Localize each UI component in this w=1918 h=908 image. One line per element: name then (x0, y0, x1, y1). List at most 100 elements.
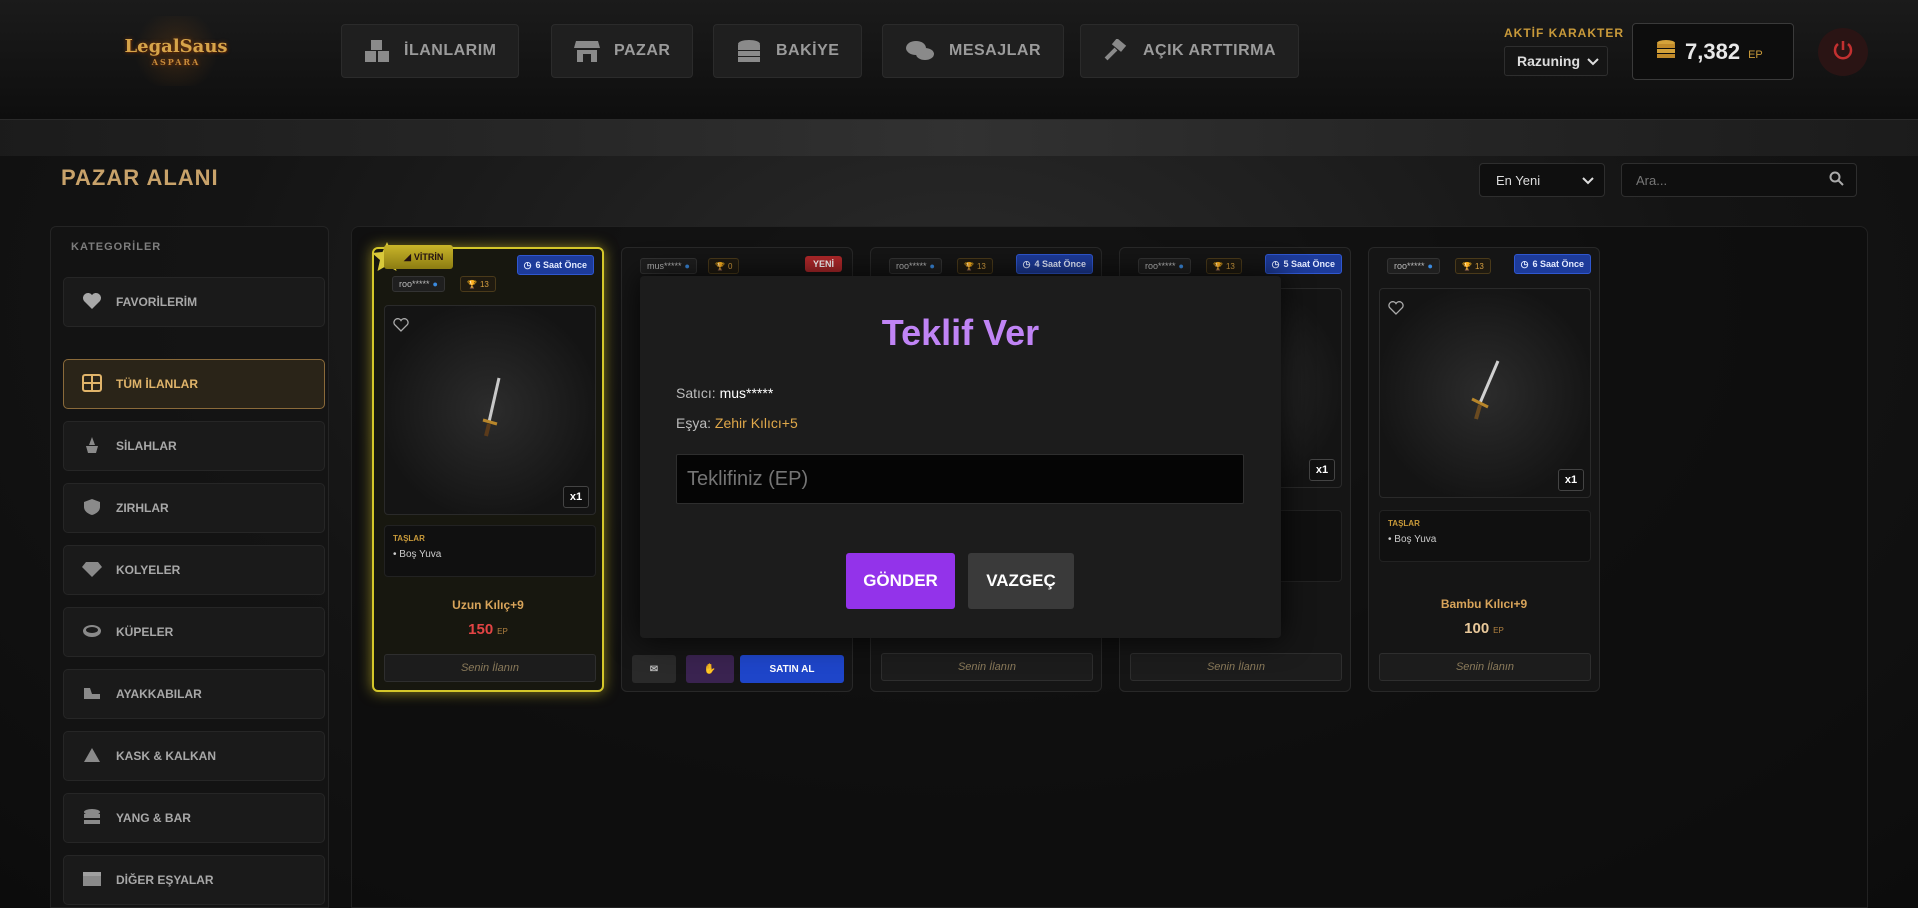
trophy-count: 13 (1225, 261, 1235, 271)
envelope-icon: ✉ (649, 663, 659, 675)
logout-button[interactable] (1818, 28, 1868, 76)
buy-button[interactable]: SATIN AL (740, 655, 844, 683)
logo-subtext: ASPARA (151, 56, 201, 67)
power-icon (1832, 39, 1854, 65)
sidebar-item-diger-esyalar[interactable]: DİĞER EŞYALAR (63, 855, 325, 905)
own-listing-button[interactable]: Senin İlanın (1130, 653, 1342, 681)
seller-tag[interactable]: roo***** ● (1387, 258, 1440, 274)
sidebar-item-tum-ilanlar[interactable]: TÜM İLANLAR (63, 359, 325, 409)
nav-ilanlarim[interactable]: İLANLARIM (341, 24, 520, 78)
trophy-icon: 🏆 (467, 279, 477, 289)
search-placeholder: Ara... (1636, 172, 1668, 188)
sidebar-item-ayakkabilar[interactable]: AYAKKABILAR (63, 669, 325, 719)
nav-label: MESAJLAR (949, 42, 1042, 59)
listing-card[interactable]: ◢ VİTRİN ◷ 6 Saat Önce roo***** ● 🏆 13 x… (372, 242, 604, 692)
trophy-tag: 🏆 13 (1206, 258, 1242, 274)
verified-icon: ● (1178, 261, 1184, 271)
seller-name: roo***** (896, 261, 927, 271)
send-button[interactable]: GÖNDER (846, 553, 955, 609)
sidebar-item-label: SİLAHLAR (116, 439, 177, 453)
chevron-down-icon (1582, 173, 1594, 188)
time-badge: ◷ 6 Saat Önce (1513, 254, 1591, 274)
offer-input[interactable] (676, 454, 1244, 504)
heart-outline-icon[interactable] (393, 318, 409, 337)
time-badge: ◷ 4 Saat Önce (1015, 254, 1093, 274)
clock-icon: ◷ (1271, 258, 1280, 269)
price-value: 150 (468, 621, 494, 638)
new-badge: YENİ (804, 256, 842, 272)
price-unit: EP (497, 627, 508, 636)
item-label: Eşya: (676, 415, 712, 431)
modal-seller-row: Satıcı: mus***** (676, 385, 773, 401)
chat-icon (905, 39, 935, 63)
trophy-tag: 🏆 13 (1455, 258, 1491, 274)
shield-icon (82, 498, 102, 519)
site-logo[interactable]: LegalSaus ASPARA (124, 16, 228, 86)
nav-bakiye[interactable]: BAKİYE (713, 24, 863, 78)
featured-badge-label: VİTRİN (413, 252, 444, 262)
sidebar-item-silahlar[interactable]: SİLAHLAR (63, 421, 325, 471)
nav-acik-arttirma[interactable]: AÇIK ARTTIRMA (1080, 24, 1299, 78)
nav-mesajlar[interactable]: MESAJLAR (882, 24, 1065, 78)
listing-card[interactable]: roo***** ● 🏆 13 ◷ 6 Saat Önce x1 TAŞLAR … (1368, 247, 1600, 692)
trophy-tag: 🏆 13 (460, 276, 496, 292)
balance-unit: EP (1748, 48, 1763, 61)
nav-label: BAKİYE (776, 42, 840, 59)
search-input[interactable]: Ara... (1621, 163, 1857, 197)
sidebar-item-kolyeler[interactable]: KOLYELER (63, 545, 325, 595)
sidebar-item-kask-kalkan[interactable]: KASK & KALKAN (63, 731, 325, 781)
sidebar-item-kupeler[interactable]: KÜPELER (63, 607, 325, 657)
seller-tag[interactable]: mus***** ● (640, 258, 697, 274)
time-badge-label: 6 Saat Önce (1532, 259, 1584, 269)
seller-tag[interactable]: roo***** ● (1138, 258, 1191, 274)
sidebar-title: KATEGORİLER (71, 241, 162, 253)
nav-pazar[interactable]: PAZAR (551, 24, 694, 78)
sidebar-item-label: TÜM İLANLAR (116, 377, 198, 391)
clock-icon: ◷ (1520, 258, 1529, 269)
store-icon (574, 39, 600, 63)
ring-icon (82, 622, 102, 643)
grid-icon (82, 373, 102, 395)
seller-tag[interactable]: roo***** ● (392, 276, 445, 292)
character-select[interactable]: Razuning (1504, 46, 1608, 76)
shoe-icon (82, 684, 102, 705)
coins-icon (82, 808, 102, 829)
trophy-count: 13 (1474, 261, 1484, 271)
trophy-icon: 🏆 (1462, 261, 1472, 271)
sidebar-item-favorilerim[interactable]: FAVORİLERİM (63, 277, 325, 327)
seller-name: roo***** (399, 279, 430, 289)
modal-item-row: Eşya: Zehir Kılıcı+5 (676, 415, 798, 431)
item-price: 100 EP (1369, 620, 1599, 637)
sword-icon (481, 376, 505, 445)
sort-select[interactable]: En Yeni (1479, 163, 1605, 197)
sidebar-item-label: KÜPELER (116, 625, 174, 639)
trophy-count: 0 (727, 261, 733, 271)
stones-title: TAŞLAR (1388, 519, 1420, 528)
seller-tag[interactable]: roo***** ● (889, 258, 942, 274)
trophy-count: 13 (976, 261, 986, 271)
price-value: 100 (1464, 620, 1490, 637)
sidebar-item-label: KASK & KALKAN (116, 749, 216, 763)
heart-outline-icon[interactable] (1388, 301, 1404, 320)
sidebar-item-zirhlar[interactable]: ZIRHLAR (63, 483, 325, 533)
stones-value: • Boş Yuva (1388, 534, 1437, 545)
time-badge-label: 4 Saat Önce (1034, 259, 1086, 269)
offer-button[interactable]: ✋ (686, 655, 734, 683)
trophy-icon: 🏆 (715, 261, 725, 271)
chevron-down-icon (1587, 53, 1599, 69)
quantity-badge: x1 (563, 486, 589, 508)
helmet-icon (82, 746, 102, 767)
offer-modal: Teklif Ver Satıcı: mus***** Eşya: Zehir … (640, 276, 1281, 638)
sidebar-item-yang-bar[interactable]: YANG & BAR (63, 793, 325, 843)
search-icon[interactable] (1829, 171, 1844, 189)
cancel-button[interactable]: VAZGEÇ (968, 553, 1074, 609)
message-button[interactable]: ✉ (632, 655, 676, 683)
sidebar-item-label: ZIRHLAR (116, 501, 169, 515)
featured-badge: ◢ VİTRİN (384, 245, 454, 269)
quantity-badge: x1 (1309, 459, 1335, 481)
item-value: Zehir Kılıcı+5 (714, 415, 798, 431)
own-listing-button[interactable]: Senin İlanın (881, 653, 1093, 681)
box-icon (82, 870, 102, 891)
own-listing-button[interactable]: Senin İlanın (384, 654, 596, 682)
own-listing-button[interactable]: Senin İlanın (1379, 653, 1591, 681)
